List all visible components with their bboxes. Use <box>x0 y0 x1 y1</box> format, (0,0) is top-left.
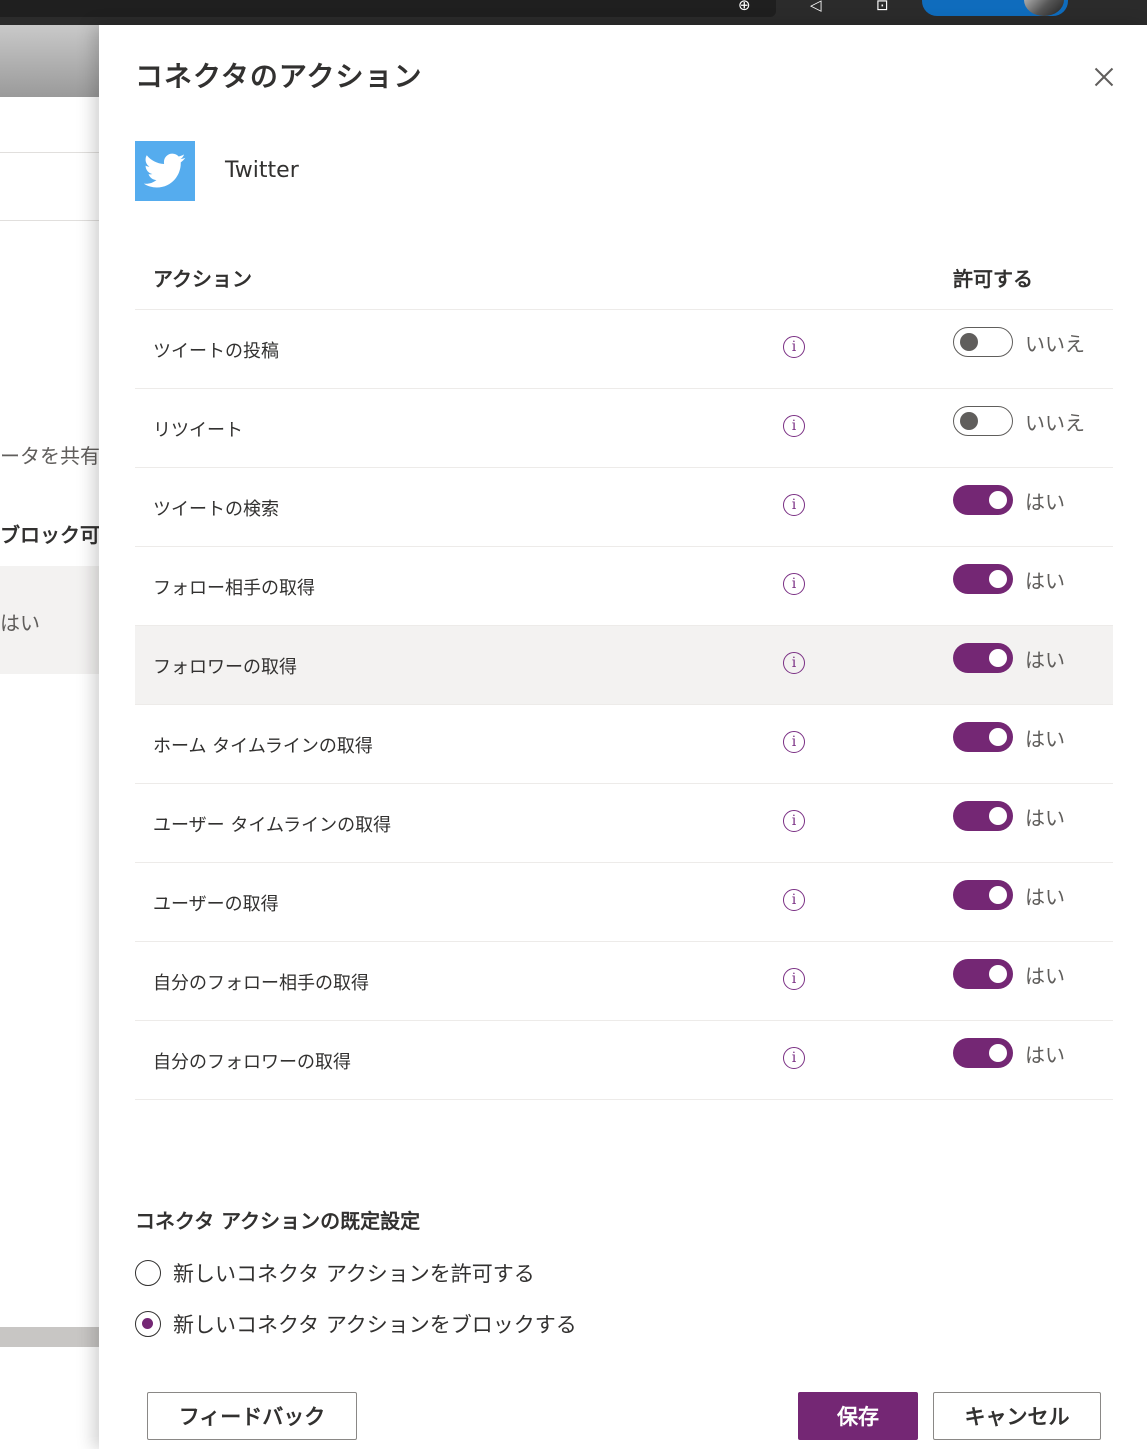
send-icon[interactable]: ◁ <box>810 0 822 13</box>
allow-toggle[interactable] <box>953 1038 1013 1068</box>
toggle-state-label: はい <box>1025 648 1065 672</box>
radio-allow-new-actions[interactable]: 新しいコネクタ アクションを許可する <box>135 1258 535 1288</box>
toggle-state-label: はい <box>1025 1043 1065 1067</box>
table-row: ユーザー タイムラインの取得 i はい <box>135 784 1113 863</box>
table-header: アクション 許可する <box>135 245 1113 310</box>
action-name: ツイートの投稿 <box>153 341 279 362</box>
top-bar-search-area <box>0 0 776 17</box>
radio-circle[interactable] <box>135 1311 161 1337</box>
column-header-allow: 許可する <box>953 267 1033 291</box>
cancel-button[interactable]: キャンセル <box>933 1392 1101 1440</box>
table-row: 自分のフォロー相手の取得 i はい <box>135 942 1113 1021</box>
background-divider <box>0 220 100 221</box>
background-text: ータを共有 <box>0 444 100 468</box>
top-bar: ⊕ ◁ ⊡ <box>0 0 1147 25</box>
toggle-state-label: はい <box>1025 806 1065 830</box>
radio-label: 新しいコネクタ アクションを許可する <box>173 1262 535 1286</box>
info-icon[interactable]: i <box>783 1047 805 1069</box>
toggle-state-label: はい <box>1025 964 1065 988</box>
radio-circle[interactable] <box>135 1260 161 1286</box>
info-icon[interactable]: i <box>783 810 805 832</box>
background-value: はい <box>0 611 40 635</box>
background-page <box>0 25 100 1449</box>
table-row: ツイートの投稿 i いいえ <box>135 310 1113 389</box>
connector-name: Twitter <box>225 158 299 183</box>
allow-toggle[interactable] <box>953 959 1013 989</box>
table-row: フォロー相手の取得 i はい <box>135 547 1113 626</box>
allow-toggle[interactable] <box>953 327 1013 357</box>
feedback-button[interactable]: フィードバック <box>147 1392 357 1440</box>
toggle-state-label: はい <box>1025 885 1065 909</box>
info-icon[interactable]: i <box>783 968 805 990</box>
allow-toggle[interactable] <box>953 722 1013 752</box>
radio-block-new-actions[interactable]: 新しいコネクタ アクションをブロックする <box>135 1309 577 1339</box>
table-row: ツイートの検索 i はい <box>135 468 1113 547</box>
defaults-section-title: コネクタ アクションの既定設定 <box>135 1209 421 1233</box>
toggle-knob <box>989 728 1007 746</box>
toggle-knob <box>989 1044 1007 1062</box>
action-name: 自分のフォロー相手の取得 <box>153 973 369 994</box>
table-row: リツイート i いいえ <box>135 389 1113 468</box>
toggle-state-label: はい <box>1025 490 1065 514</box>
toggle-state-label: はい <box>1025 569 1065 593</box>
allow-toggle[interactable] <box>953 801 1013 831</box>
action-name: ツイートの検索 <box>153 499 279 520</box>
table-row: フォロワーの取得 i はい <box>135 626 1113 705</box>
action-name: ユーザー タイムラインの取得 <box>153 815 392 836</box>
toggle-knob <box>960 412 978 430</box>
column-header-action: アクション <box>153 267 252 291</box>
background-header-band <box>0 25 100 97</box>
close-icon[interactable] <box>1092 65 1116 89</box>
add-icon[interactable]: ⊕ <box>738 0 751 13</box>
background-heading: ブロック可 <box>0 523 100 547</box>
action-name: ユーザーの取得 <box>153 894 279 915</box>
toggle-knob <box>989 965 1007 983</box>
table-row: ホーム タイムラインの取得 i はい <box>135 705 1113 784</box>
toggle-knob <box>960 333 978 351</box>
table-row: ユーザーの取得 i はい <box>135 863 1113 942</box>
panel-title: コネクタのアクション <box>135 60 423 93</box>
toggle-knob <box>989 807 1007 825</box>
connector-actions-panel: コネクタのアクション Twitter アクション 許可する ツイートの投稿 i いい… <box>99 25 1147 1449</box>
action-name: フォロー相手の取得 <box>153 578 315 599</box>
info-icon[interactable]: i <box>783 336 805 358</box>
allow-toggle[interactable] <box>953 564 1013 594</box>
toggle-state-label: いいえ <box>1025 411 1085 435</box>
toggle-knob <box>989 491 1007 509</box>
twitter-bird-icon <box>135 141 195 201</box>
action-name: ホーム タイムラインの取得 <box>153 736 373 757</box>
action-name: フォロワーの取得 <box>153 657 297 678</box>
toggle-state-label: いいえ <box>1025 332 1085 356</box>
action-name: リツイート <box>153 420 243 441</box>
toggle-state-label: はい <box>1025 727 1065 751</box>
background-scrollbar <box>0 1327 100 1347</box>
info-icon[interactable]: i <box>783 731 805 753</box>
info-icon[interactable]: i <box>783 652 805 674</box>
background-divider <box>0 152 100 153</box>
save-button[interactable]: 保存 <box>798 1392 918 1440</box>
info-icon[interactable]: i <box>783 573 805 595</box>
info-icon[interactable]: i <box>783 415 805 437</box>
actions-table: アクション 許可する ツイートの投稿 i いいえ リツイート i いいえ ツイートの検索 i は… <box>135 245 1113 1100</box>
allow-toggle[interactable] <box>953 485 1013 515</box>
info-icon[interactable]: i <box>783 889 805 911</box>
radio-label: 新しいコネクタ アクションをブロックする <box>173 1313 577 1337</box>
allow-toggle[interactable] <box>953 880 1013 910</box>
toggle-knob <box>989 886 1007 904</box>
toggle-knob <box>989 649 1007 667</box>
info-icon[interactable]: i <box>783 494 805 516</box>
toggle-knob <box>989 570 1007 588</box>
share-icon[interactable]: ⊡ <box>876 0 889 13</box>
table-row: 自分のフォロワーの取得 i はい <box>135 1021 1113 1100</box>
allow-toggle[interactable] <box>953 643 1013 673</box>
action-name: 自分のフォロワーの取得 <box>153 1052 351 1073</box>
allow-toggle[interactable] <box>953 406 1013 436</box>
